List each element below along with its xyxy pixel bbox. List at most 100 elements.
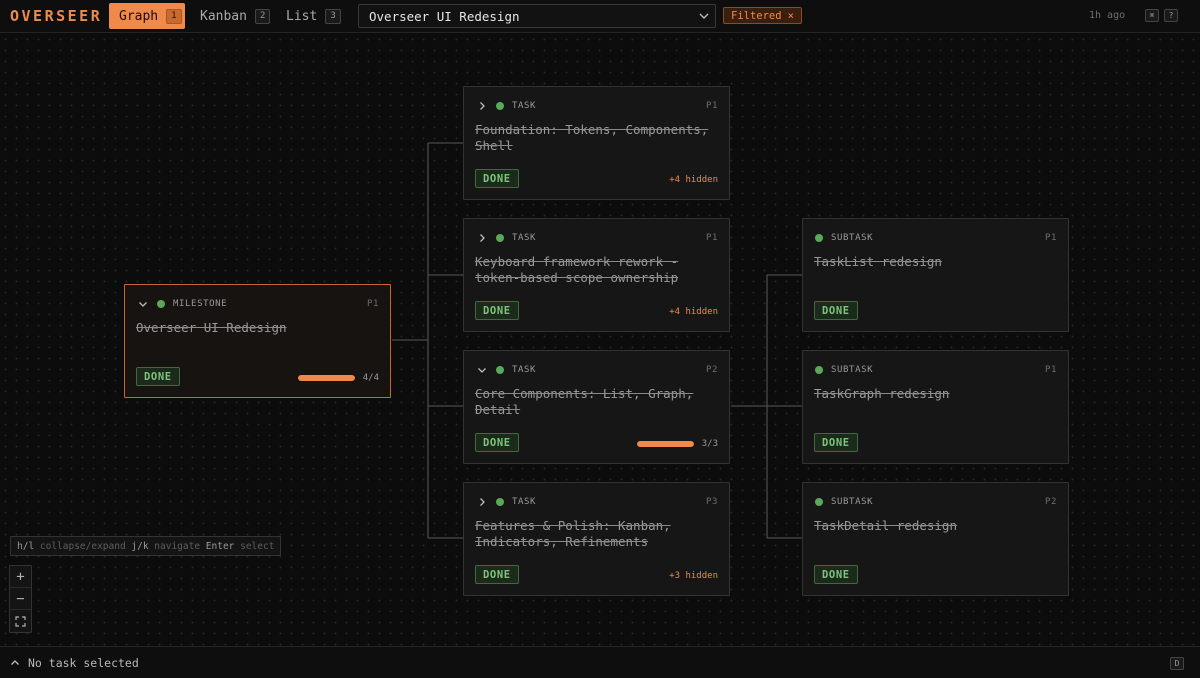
chevron-down-icon[interactable] [137,298,149,310]
chevron-down-icon[interactable] [476,364,488,376]
last-updated: 1h ago [1089,10,1126,21]
hidden-children-count[interactable]: +4 hidden [669,307,718,317]
node-header: SUBTASK P2 [815,495,1057,509]
priority-label: P2 [705,365,718,375]
progress-count: 4/4 [362,373,379,383]
filtered-label: Filtered [731,9,782,22]
status-badge: DONE [814,433,858,452]
tab-label: Graph [119,8,159,24]
hidden-children-count[interactable]: +3 hidden [669,571,718,581]
progress-fill [297,375,355,381]
status-badge: DONE [814,565,858,584]
fit-view-button[interactable] [10,610,31,632]
hint-key: h/l [17,540,35,552]
node-type: TASK [512,365,537,375]
status-dot-icon [496,366,504,374]
node-header: SUBTASK P1 [815,363,1057,377]
graph-canvas[interactable]: MILESTONE P1 Overseer UI Redesign DONE 4… [0,34,1200,646]
node-header: MILESTONE P1 [137,297,379,311]
node-title: TaskList redesign [814,254,942,269]
tab-label: List [286,8,318,24]
top-bar: OVERSEER Graph 1 Kanban 2 List 3 Oversee… [0,0,1200,33]
keyboard-hint: h/l collapse/expand j/k navigate Enter s… [10,536,282,556]
tab-graph[interactable]: Graph 1 [109,3,185,29]
status-dot-icon [496,234,504,242]
subtask-node[interactable]: SUBTASK P2 TaskDetail redesign DONE [802,482,1069,596]
app-logo: OVERSEER [10,7,103,25]
status-badge: DONE [475,169,519,188]
zoom-in-button[interactable]: + [10,566,31,588]
status-badge: DONE [475,433,519,452]
priority-label: P1 [705,233,718,243]
node-title: TaskGraph redesign [814,386,950,401]
priority-label: P1 [705,101,718,111]
hint-text: select [234,540,275,552]
status-dot-icon [157,300,165,308]
chevron-right-icon[interactable] [476,496,488,508]
task-node[interactable]: TASK P1 Foundation: Tokens, Components, … [463,86,730,200]
priority-label: P1 [1044,233,1057,243]
node-title: Foundation: Tokens, Components, Shell [475,122,709,153]
progress-indicator: 4/4 [297,373,379,383]
node-type: TASK [512,233,537,243]
chevron-right-icon[interactable] [476,232,488,244]
hint-key: Enter [205,540,235,552]
node-title: TaskDetail redesign [814,518,957,533]
project-select[interactable]: Overseer UI Redesign [358,4,716,28]
node-type: TASK [512,101,537,111]
node-header: TASK P1 [476,231,718,245]
status-dot-icon [496,498,504,506]
milestone-node[interactable]: MILESTONE P1 Overseer UI Redesign DONE 4… [124,284,391,398]
hint-text: collapse/expand [34,540,132,552]
status-dot-icon [496,102,504,110]
node-type: TASK [512,497,537,507]
fit-view-icon [15,615,26,627]
chevron-down-icon [699,13,709,19]
project-select-value: Overseer UI Redesign [369,8,520,24]
tab-kanban[interactable]: Kanban 2 [190,3,271,29]
chevron-right-icon[interactable] [476,100,488,112]
status-badge: DONE [475,301,519,320]
shortcut-key: 2 [254,8,271,24]
node-title: Core Components: List, Graph, Detail [475,386,694,417]
help-key-icon[interactable]: ? [1164,9,1178,22]
node-title: Features & Polish: Kanban, Indicators, R… [475,518,671,549]
detail-panel-toggle[interactable]: No task selected [10,656,139,670]
node-header: TASK P1 [476,99,718,113]
command-key-icon[interactable]: ⌘ [1145,9,1159,22]
zoom-out-button[interactable]: − [10,588,31,610]
task-node[interactable]: TASK P3 Features & Polish: Kanban, Indic… [463,482,730,596]
tab-label: Kanban [200,8,247,24]
shortcut-key: 1 [166,8,182,24]
zoom-controls: + − [9,565,32,633]
priority-label: P3 [705,497,718,507]
node-header: SUBTASK P1 [815,231,1057,245]
node-header: TASK P3 [476,495,718,509]
hidden-children-count[interactable]: +4 hidden [669,175,718,185]
detail-key-icon[interactable]: D [1170,657,1184,670]
filtered-badge[interactable]: Filtered × [723,7,802,24]
node-title: Keyboard framework rework - token-based … [475,254,679,285]
status-badge: DONE [136,367,180,386]
progress-count: 3/3 [701,439,718,449]
selection-status: No task selected [28,656,139,670]
status-dot-icon [815,366,823,374]
status-badge: DONE [475,565,519,584]
close-icon[interactable]: × [788,10,794,22]
hint-text: navigate [148,540,206,552]
priority-label: P1 [366,299,379,309]
node-type: MILESTONE [173,299,228,309]
subtask-node[interactable]: SUBTASK P1 TaskGraph redesign DONE [802,350,1069,464]
progress-fill [636,441,694,447]
edge-milestone-to-tasks [392,142,463,539]
status-dot-icon [815,234,823,242]
priority-label: P2 [1044,497,1057,507]
task-node[interactable]: TASK P2 Core Components: List, Graph, De… [463,350,730,464]
status-badge: DONE [814,301,858,320]
priority-label: P1 [1044,365,1057,375]
subtask-node[interactable]: SUBTASK P1 TaskList redesign DONE [802,218,1069,332]
tab-list[interactable]: List 3 [276,3,341,29]
task-node[interactable]: TASK P1 Keyboard framework rework - toke… [463,218,730,332]
node-type: SUBTASK [831,365,874,375]
progress-indicator: 3/3 [636,439,718,449]
